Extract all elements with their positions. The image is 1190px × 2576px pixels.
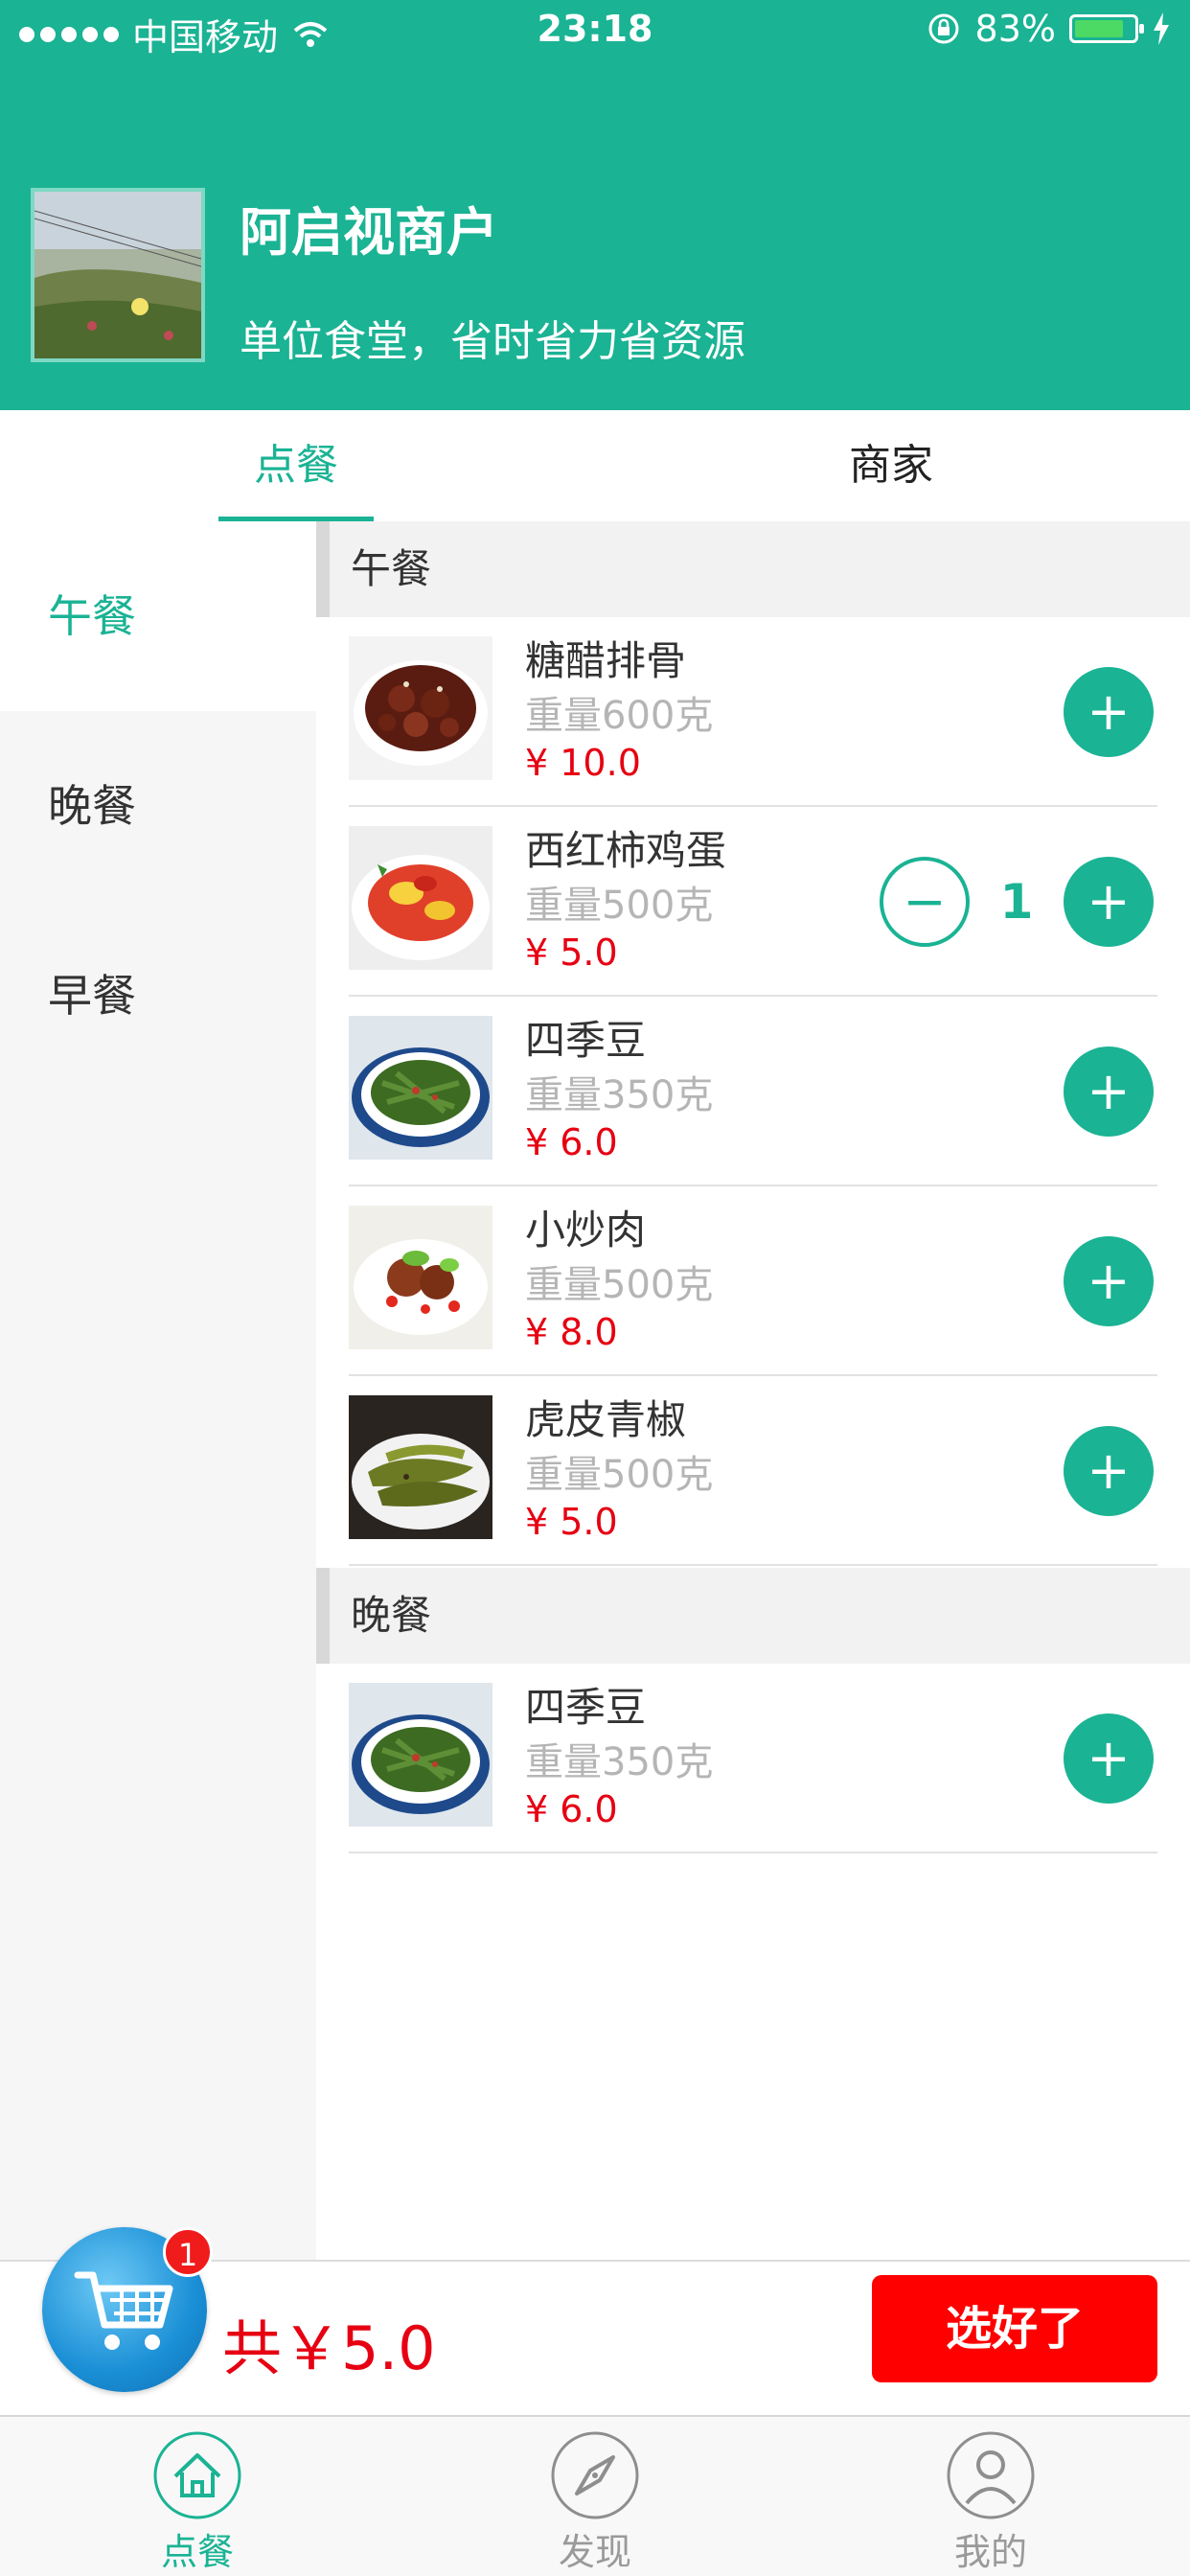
divider <box>349 1852 1157 1853</box>
dish-item: 小炒肉 重量500克 ¥ 8.0 + <box>316 1186 1190 1376</box>
add-button[interactable]: + <box>1064 1046 1154 1137</box>
compass-icon <box>551 2431 639 2519</box>
dish-item: 西红柿鸡蛋 重量500克 ¥ 5.0 − 1 + <box>316 807 1190 997</box>
rotation-lock-icon <box>928 13 959 44</box>
home-icon <box>153 2431 241 2519</box>
dish-item: 四季豆 重量350克 ¥ 6.0 + <box>316 1664 1190 1853</box>
remove-button[interactable]: − <box>880 857 970 947</box>
section-header-dinner: 晚餐 <box>316 1568 1190 1664</box>
dish-price: ¥ 5.0 <box>525 932 618 974</box>
nav-profile-label: 我的 <box>953 2531 1027 2573</box>
add-button[interactable]: + <box>1064 1426 1154 1516</box>
plus-icon: + <box>1087 681 1131 742</box>
nav-order[interactable]: 点餐 <box>102 2423 293 2576</box>
category-sidebar: 午餐 晚餐 早餐 <box>0 521 316 2260</box>
dish-item: 糖醋排骨 重量600克 ¥ 10.0 + <box>316 617 1190 807</box>
plus-icon: + <box>1087 1061 1131 1121</box>
dish-image <box>349 1683 492 1827</box>
dish-image <box>349 1206 492 1349</box>
dish-weight: 重量350克 <box>525 1740 714 1784</box>
add-button[interactable]: + <box>1064 1714 1154 1804</box>
dish-name: 小炒肉 <box>525 1207 647 1254</box>
shopping-cart-icon <box>74 2271 173 2350</box>
shop-header: 中国移动 23:18 83% 阿启视商户 单位食堂，省时省力省资源 <box>0 0 1190 410</box>
dish-item: 虎皮青椒 重量500克 ¥ 5.0 + <box>316 1376 1190 1566</box>
dish-price: ¥ 5.0 <box>525 1501 618 1543</box>
plus-icon: + <box>1087 1728 1131 1788</box>
dish-name: 四季豆 <box>525 1684 647 1731</box>
divider <box>349 1564 1157 1566</box>
dish-price: ¥ 10.0 <box>525 742 641 784</box>
category-dinner[interactable]: 晚餐 <box>0 711 316 901</box>
dish-item: 四季豆 重量350克 ¥ 6.0 + <box>316 997 1190 1186</box>
top-tabs: 点餐 商家 <box>0 410 1190 521</box>
dish-name: 糖醋排骨 <box>525 637 687 684</box>
dish-name: 虎皮青椒 <box>525 1396 687 1443</box>
battery-percent: 83% <box>974 8 1056 50</box>
dish-image <box>349 826 492 970</box>
dish-weight: 重量500克 <box>525 1263 714 1307</box>
dish-weight: 重量500克 <box>525 884 714 928</box>
status-right: 83% <box>926 8 1171 50</box>
nav-profile[interactable]: 我的 <box>895 2423 1087 2576</box>
cart-count-badge: 1 <box>163 2227 213 2277</box>
cart-total: 共￥5.0 <box>222 2313 436 2383</box>
battery-fill <box>1075 20 1123 37</box>
dish-name: 西红柿鸡蛋 <box>525 827 727 874</box>
dish-image <box>349 1395 492 1539</box>
tab-order[interactable]: 点餐 <box>218 410 374 521</box>
dish-price: ¥ 6.0 <box>525 1788 618 1830</box>
add-button[interactable]: + <box>1064 667 1154 757</box>
add-button[interactable]: + <box>1064 1236 1154 1326</box>
shop-avatar-image <box>34 192 201 358</box>
shop-description: 单位食堂，省时省力省资源 <box>240 317 745 366</box>
add-button[interactable]: + <box>1064 857 1154 947</box>
dish-image <box>349 636 492 780</box>
status-bar: 中国移动 23:18 83% <box>0 0 1190 61</box>
dish-price: ¥ 8.0 <box>525 1311 618 1353</box>
nav-discover-label: 发现 <box>558 2531 631 2573</box>
dish-name: 四季豆 <box>525 1017 647 1064</box>
shop-name: 阿启视商户 <box>240 202 498 263</box>
minus-icon: − <box>903 871 947 932</box>
dish-weight: 重量600克 <box>525 694 714 738</box>
dish-price: ¥ 6.0 <box>525 1121 618 1163</box>
dish-weight: 重量350克 <box>525 1073 714 1117</box>
nav-order-label: 点餐 <box>160 2531 234 2573</box>
confirm-order-button[interactable]: 选好了 <box>872 2275 1157 2382</box>
dish-image <box>349 1016 492 1160</box>
charging-icon <box>1154 12 1169 45</box>
tab-merchant[interactable]: 商家 <box>795 410 987 521</box>
category-breakfast[interactable]: 早餐 <box>0 901 316 1091</box>
section-header-lunch: 午餐 <box>316 521 1190 617</box>
bottom-nav: 点餐 发现 我的 <box>0 2415 1190 2576</box>
nav-discover[interactable]: 发现 <box>499 2423 691 2576</box>
plus-icon: + <box>1087 871 1131 932</box>
category-lunch[interactable]: 午餐 <box>0 521 316 711</box>
shop-avatar <box>31 188 205 362</box>
user-icon <box>947 2431 1035 2519</box>
dish-weight: 重量500克 <box>525 1453 714 1497</box>
cart-bar: 1 共￥5.0 选好了 <box>0 2227 1190 2415</box>
battery-icon <box>1069 14 1144 43</box>
plus-icon: + <box>1087 1440 1131 1501</box>
plus-icon: + <box>1087 1251 1131 1311</box>
quantity-count: 1 <box>999 874 1034 930</box>
